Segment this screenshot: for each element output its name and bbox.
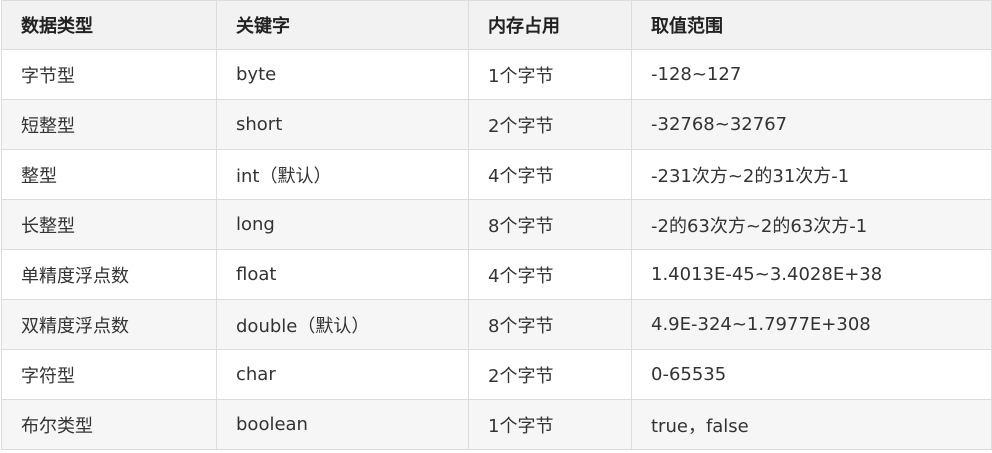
- table-row: 单精度浮点数 float 4个字节 1.4013E-45~3.4028E+38: [1, 249, 992, 300]
- cell-memory: 2个字节: [468, 99, 632, 150]
- cell-range: -2的63次方~2的63次方-1: [631, 199, 992, 250]
- cell-memory: 1个字节: [468, 49, 632, 100]
- cell-range: 1.4013E-45~3.4028E+38: [631, 249, 992, 300]
- cell-range: 0-65535: [631, 349, 992, 400]
- cell-memory: 2个字节: [468, 349, 632, 400]
- cell-keyword: double（默认）: [216, 299, 469, 350]
- table-row: 布尔类型 boolean 1个字节 true，false: [1, 399, 992, 450]
- cell-memory: 8个字节: [468, 199, 632, 250]
- data-type-table: 数据类型 关键字 内存占用 取值范围 字节型 byte 1个字节 -128~12…: [1, 0, 992, 450]
- table-row: 字符型 char 2个字节 0-65535: [1, 349, 992, 400]
- cell-data-type: 单精度浮点数: [1, 249, 217, 300]
- header-data-type: 数据类型: [1, 0, 217, 50]
- cell-range: -128~127: [631, 49, 992, 100]
- cell-keyword: float: [216, 249, 469, 300]
- cell-data-type: 长整型: [1, 199, 217, 250]
- cell-range: 4.9E-324~1.7977E+308: [631, 299, 992, 350]
- table-row: 长整型 long 8个字节 -2的63次方~2的63次方-1: [1, 199, 992, 250]
- header-memory: 内存占用: [468, 0, 632, 50]
- cell-memory: 4个字节: [468, 149, 632, 200]
- cell-data-type: 布尔类型: [1, 399, 217, 450]
- cell-memory: 8个字节: [468, 299, 632, 350]
- cell-memory: 4个字节: [468, 249, 632, 300]
- table-row: 双精度浮点数 double（默认） 8个字节 4.9E-324~1.7977E+…: [1, 299, 992, 350]
- cell-range: -32768~32767: [631, 99, 992, 150]
- cell-range: true，false: [631, 399, 992, 450]
- cell-memory: 1个字节: [468, 399, 632, 450]
- header-range: 取值范围: [631, 0, 992, 50]
- cell-keyword: char: [216, 349, 469, 400]
- cell-keyword: short: [216, 99, 469, 150]
- table-row: 短整型 short 2个字节 -32768~32767: [1, 99, 992, 150]
- header-keyword: 关键字: [216, 0, 469, 50]
- cell-data-type: 整型: [1, 149, 217, 200]
- cell-data-type: 字符型: [1, 349, 217, 400]
- cell-keyword: int（默认）: [216, 149, 469, 200]
- cell-data-type: 双精度浮点数: [1, 299, 217, 350]
- cell-keyword: byte: [216, 49, 469, 100]
- cell-keyword: long: [216, 199, 469, 250]
- table-row: 整型 int（默认） 4个字节 -231次方~2的31次方-1: [1, 149, 992, 200]
- cell-range: -231次方~2的31次方-1: [631, 149, 992, 200]
- cell-data-type: 字节型: [1, 49, 217, 100]
- cell-data-type: 短整型: [1, 99, 217, 150]
- header-row: 数据类型 关键字 内存占用 取值范围: [1, 0, 992, 50]
- table-row: 字节型 byte 1个字节 -128~127: [1, 49, 992, 100]
- cell-keyword: boolean: [216, 399, 469, 450]
